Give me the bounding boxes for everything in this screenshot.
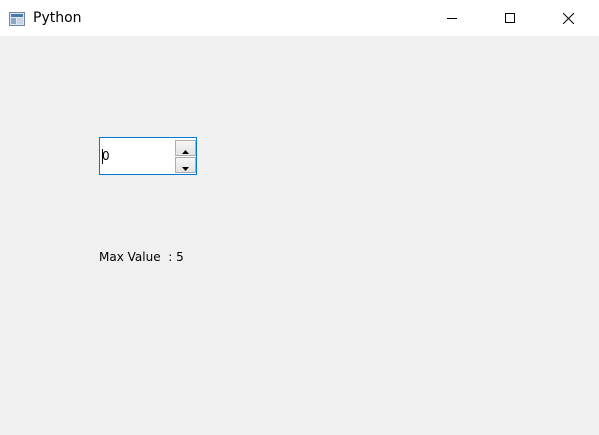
max-value-label: Max Value : 5 — [99, 250, 184, 264]
close-icon — [562, 12, 574, 24]
maximize-button[interactable] — [487, 0, 533, 36]
arrow-down-icon — [182, 156, 189, 175]
title-bar[interactable]: Python — [0, 0, 599, 36]
text-cursor — [102, 149, 103, 164]
spin-box[interactable] — [99, 137, 197, 175]
spin-box-input[interactable] — [102, 146, 170, 166]
app-window: Python 0 Max Value: 5 — [0, 0, 599, 435]
minimize-button[interactable] — [429, 0, 475, 36]
spin-up-button[interactable] — [175, 140, 196, 156]
window-title: Python — [33, 10, 82, 26]
client-area: Max Value : 5 — [0, 36, 599, 435]
minimize-icon — [447, 13, 457, 23]
maximize-icon — [505, 13, 515, 23]
python-app-icon — [9, 11, 25, 26]
spin-down-button[interactable] — [175, 157, 196, 173]
close-button[interactable] — [545, 0, 591, 36]
